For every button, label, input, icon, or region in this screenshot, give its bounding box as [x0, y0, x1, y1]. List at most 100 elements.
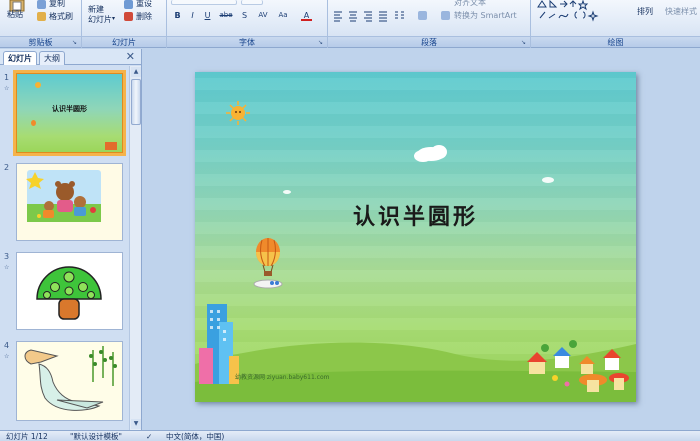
current-slide[interactable]: 认识半圆形 幼教资源网 ziyuan.baby611.com	[195, 72, 636, 402]
slide-thumbnail-3[interactable]	[16, 252, 123, 330]
cloud-small-icon	[283, 177, 554, 194]
bears-picture	[26, 170, 101, 222]
paragraph-group: 对齐文本 转换为 SmartArt 段落 ↘	[328, 0, 531, 48]
paragraph-group-label: 段落	[328, 36, 530, 47]
slides-group: 新建 幻灯片 ▾ 重设 删除 幻灯片	[82, 0, 167, 48]
quick-styles-button[interactable]: 快速样式	[663, 0, 700, 34]
slide-thumbnail-1[interactable]: 认识半圆形	[13, 70, 126, 156]
clipboard-group-label: 剪贴板	[0, 36, 81, 47]
shape-line-icon	[539, 11, 556, 19]
slides-group-label: 幻灯片	[82, 36, 166, 47]
shape-rtriangle-icon	[549, 0, 558, 8]
format-painter-button[interactable]: 格式刷	[49, 11, 73, 22]
dialog-launcher-icon[interactable]: ↘	[72, 39, 79, 46]
convert-smartart-button[interactable]: 转换为 SmartArt	[454, 10, 517, 21]
tab-slides[interactable]: 幻灯片	[3, 51, 37, 65]
dialog-launcher-icon[interactable]: ↘	[318, 39, 325, 46]
align-text-button[interactable]: 对齐文本	[454, 0, 486, 8]
animation-icon: ☆	[4, 353, 10, 360]
italic-button[interactable]: I	[187, 10, 198, 21]
watermark-text: 幼教资源网 ziyuan.baby611.com	[235, 374, 330, 381]
scroll-down-icon[interactable]: ▼	[131, 419, 141, 429]
bold-button[interactable]: B	[172, 10, 183, 21]
close-icon[interactable]: ✕	[126, 50, 135, 63]
align-buttons	[334, 11, 404, 22]
columns-icon	[395, 11, 404, 19]
new-slide-button[interactable]: 新建 幻灯片 ▾	[86, 0, 118, 34]
copy-label[interactable]: 复制	[49, 0, 65, 9]
ribbon: 粘贴 复制 格式刷 剪贴板 ↘ 新建 幻灯片 ▾ 重设 删除 幻灯片 B I U…	[0, 0, 700, 48]
shape-curve-icon	[558, 13, 569, 19]
scroll-up-icon[interactable]: ▲	[131, 67, 141, 77]
animation-icon: ☆	[4, 264, 10, 271]
font-group: B I U abe S AV Aa A 字体 ↘	[167, 0, 328, 48]
reset-icon	[124, 0, 133, 9]
shape-star-icon	[577, 0, 589, 11]
slide-editor: 认识半圆形 幼教资源网 ziyuan.baby611.com	[143, 49, 700, 430]
justify-icon	[379, 11, 387, 22]
thumbnail-list: 1 ☆ 认识半圆形 2 3 ☆ 4 ☆	[0, 66, 129, 430]
font-group-label: 字体	[167, 36, 327, 47]
shadow-button[interactable]: S	[239, 10, 250, 21]
thumbnail-number: 3	[4, 252, 10, 261]
drawing-group-label: 绘图	[531, 36, 700, 47]
tab-outline[interactable]: 大纲	[39, 51, 65, 65]
slide-counter: 幻灯片 1/12	[6, 432, 48, 441]
dialog-launcher-icon[interactable]: ↘	[521, 39, 528, 46]
shape-arrow-icon	[560, 0, 568, 8]
balloon-icon	[256, 238, 280, 276]
strikethrough-button[interactable]: abe	[218, 10, 234, 21]
format-painter-icon	[37, 12, 46, 21]
align-center-icon	[349, 11, 357, 22]
slide-title[interactable]: 认识半圆形	[195, 199, 636, 231]
clipboard-group: 粘贴 复制 格式刷 剪贴板 ↘	[0, 0, 82, 48]
status-bar: 幻灯片 1/12 "默认设计模板" ✓ 中文(简体，中国)	[0, 430, 700, 441]
char-spacing-button[interactable]: AV	[255, 10, 271, 21]
arrange-button[interactable]: 排列	[635, 0, 663, 34]
align-left-icon	[334, 11, 342, 22]
font-family-select[interactable]	[171, 0, 237, 5]
quick-styles-label: 快速样式	[665, 7, 697, 16]
scrollbar-thumb[interactable]	[131, 79, 141, 125]
change-case-button[interactable]: Aa	[275, 10, 291, 21]
theme-name[interactable]: "默认设计模板"	[70, 431, 122, 441]
shape-brace-icon	[574, 11, 586, 19]
buildings-icon	[199, 304, 239, 384]
chevron-down-icon: ▾	[112, 15, 116, 22]
thumbnail-scrollbar[interactable]: ▲ ▼	[129, 66, 141, 430]
arrange-label: 排列	[637, 7, 653, 16]
copy-icon	[37, 0, 46, 9]
house-icon	[105, 142, 117, 150]
font-size-select[interactable]	[241, 0, 263, 5]
thumbnail-number: 4	[4, 341, 10, 350]
align-right-icon	[364, 11, 372, 22]
shape-starsmall-icon	[587, 10, 599, 22]
font-color-button[interactable]: A	[301, 10, 312, 21]
delete-icon	[124, 12, 133, 21]
delete-button[interactable]: 删除	[136, 11, 152, 22]
shapes-gallery[interactable]	[537, 0, 617, 22]
underline-button[interactable]: U	[202, 10, 213, 21]
paste-label: 粘贴	[7, 10, 23, 19]
new-slide-label: 新建 幻灯片	[88, 5, 112, 24]
sun-icon	[35, 82, 41, 88]
shape-uparrow-icon	[569, 0, 577, 7]
reset-button[interactable]: 重设	[136, 0, 152, 9]
slide-art	[195, 101, 636, 402]
slide-thumbnail-4[interactable]	[16, 341, 123, 421]
animation-icon: ☆	[4, 85, 10, 92]
sun-icon	[226, 101, 250, 125]
pelican-picture	[24, 346, 117, 411]
balloon-icon	[31, 120, 36, 126]
language-indicator[interactable]: 中文(简体，中国)	[166, 431, 224, 441]
slides-pane: 幻灯片 大纲 ✕ 1 ☆ 认识半圆形 2 3 ☆ 4 ☆ ▲ ▼	[0, 49, 142, 430]
shape-triangle-icon	[537, 0, 547, 8]
paste-button[interactable]: 粘贴	[4, 0, 30, 34]
spellcheck-icon[interactable]: ✓	[146, 431, 152, 441]
slide-thumbnail-2[interactable]	[16, 163, 123, 241]
smartart-icon	[441, 11, 450, 20]
drawing-group: 排列 快速样式 绘图	[531, 0, 700, 48]
cloud-icon	[414, 145, 447, 162]
plane-icon	[253, 279, 283, 289]
thumbnail-title: 认识半圆形	[52, 105, 87, 113]
